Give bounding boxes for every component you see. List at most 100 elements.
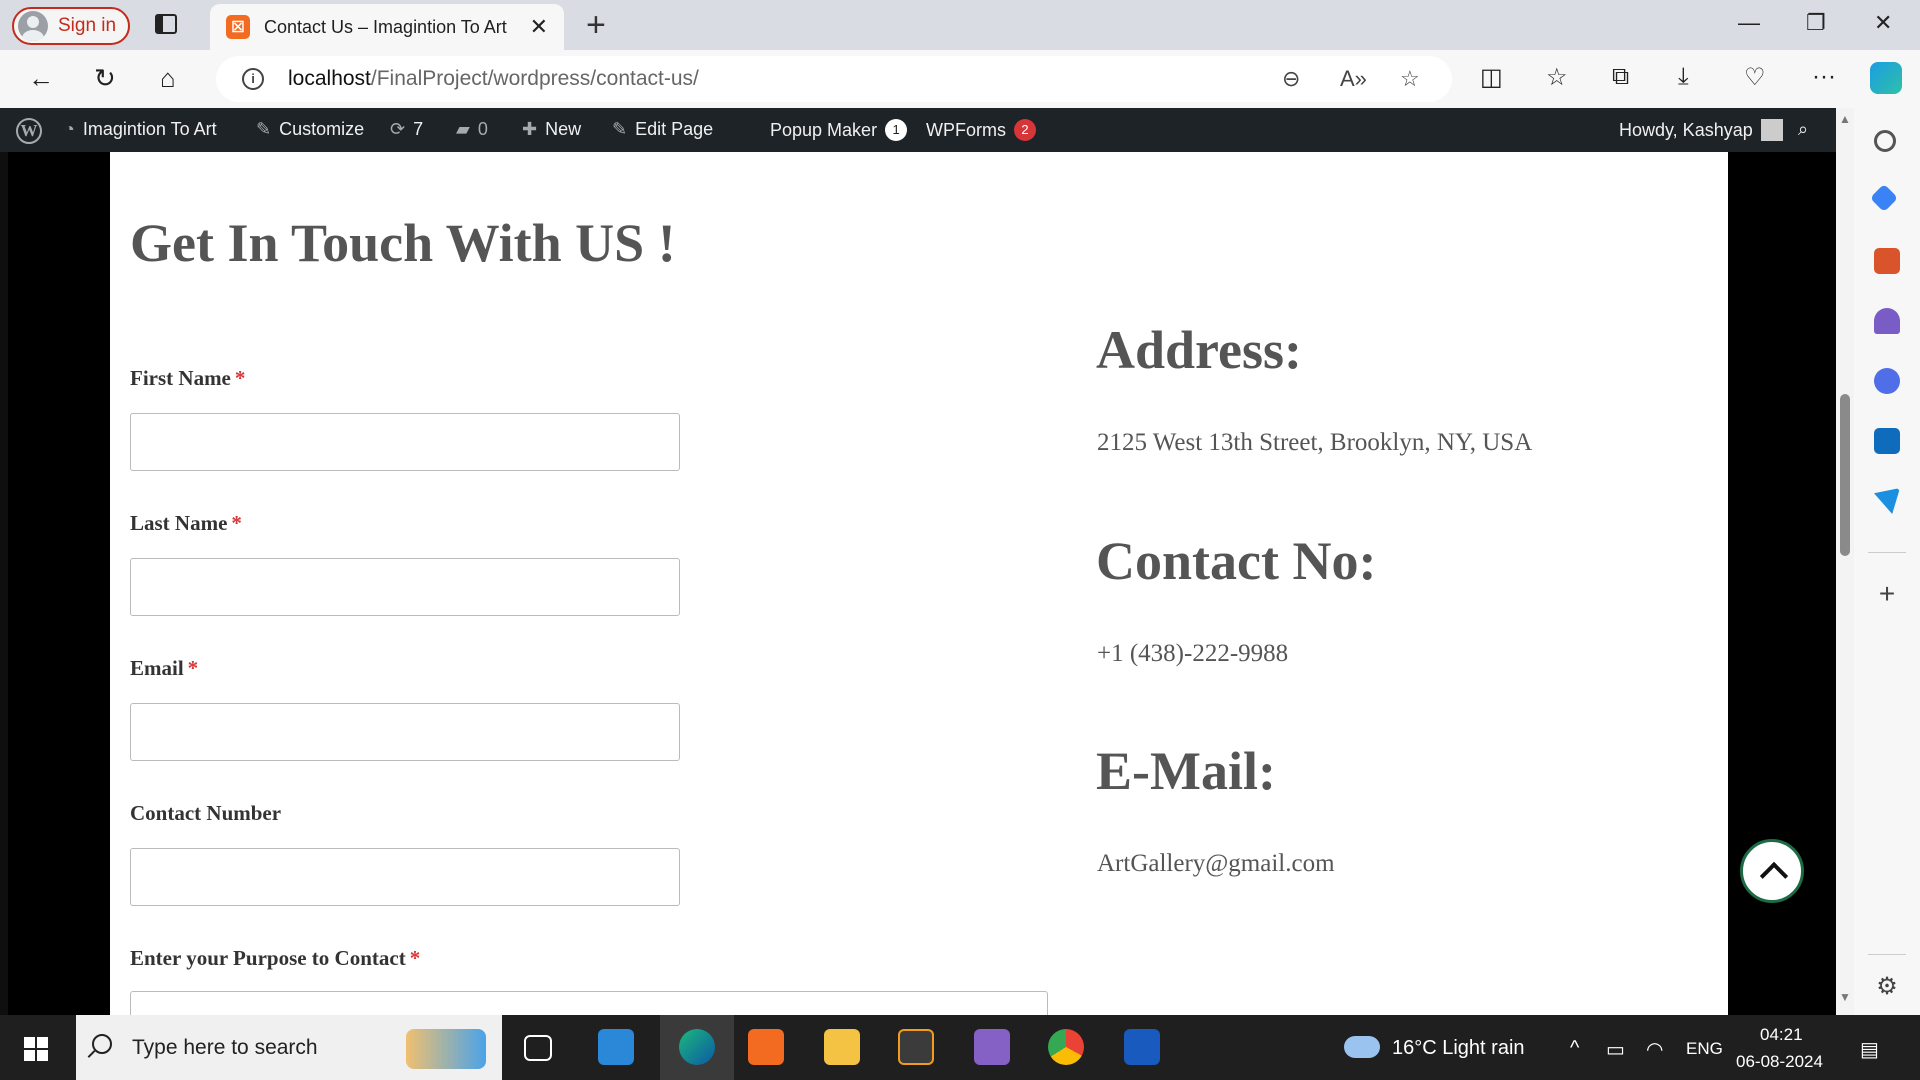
purpose-label: Enter your Purpose to Contact * (130, 946, 421, 970)
restore-icon[interactable]: ❐ (1806, 10, 1826, 36)
wpforms-link[interactable]: WPForms 2 (926, 119, 1036, 141)
last-name-input[interactable] (130, 558, 680, 616)
favorites-icon[interactable]: ☆ (1546, 63, 1568, 92)
notification-icon[interactable]: ▤ (1860, 1037, 1879, 1062)
first-name-label: First Name * (130, 366, 246, 390)
file-explorer-icon[interactable] (824, 1029, 860, 1065)
shopping-tag-icon[interactable] (1869, 183, 1899, 213)
add-sidebar-app-icon[interactable]: + (1874, 580, 1900, 608)
zoom-out-icon[interactable]: ⊖ (1282, 66, 1300, 92)
new-content-link[interactable]: ✚ New (522, 119, 581, 140)
customize-link[interactable]: ✎ Customize (256, 119, 364, 140)
address-bar[interactable]: i localhost/FinalProject/wordpress/conta… (216, 56, 1452, 102)
edge-taskbar-button[interactable] (660, 1015, 734, 1080)
page-viewport: Get In Touch With US ! First Name * Last … (8, 152, 1836, 1015)
read-aloud-icon[interactable]: A» (1340, 66, 1367, 92)
sublime-text-icon[interactable] (898, 1029, 934, 1065)
url-text[interactable]: localhost/FinalProject/wordpress/contact… (288, 67, 699, 91)
site-info-icon[interactable]: i (242, 68, 264, 90)
edit-page-link[interactable]: ✎ Edit Page (612, 119, 713, 140)
content-area: Get In Touch With US ! First Name * Last … (110, 152, 1728, 1015)
clock-time[interactable]: 04:21 (1760, 1025, 1803, 1045)
email-text: ArtGallery@gmail.com (1097, 850, 1335, 877)
brush-icon: ✎ (256, 119, 272, 139)
email-input[interactable] (130, 703, 680, 761)
popup-maker-label: Popup Maker (770, 119, 878, 140)
popup-maker-badge: 1 (885, 119, 908, 141)
downloads-icon[interactable]: ⤓ (1678, 63, 1689, 91)
task-view-icon[interactable] (524, 1035, 552, 1061)
weather-text[interactable]: 16°C Light rain (1392, 1037, 1525, 1060)
updates-link[interactable]: ⟳ 7 (390, 119, 423, 140)
battery-icon[interactable]: ▭ (1606, 1037, 1625, 1062)
dashboard-icon: ◔ (64, 119, 75, 139)
more-menu-icon[interactable]: ··· (1812, 63, 1836, 91)
clock-date[interactable]: 06-08-2024 (1736, 1052, 1823, 1072)
tab-actions-icon[interactable] (155, 14, 177, 34)
refresh-icon[interactable]: ↻ (94, 63, 116, 94)
microsoft365-icon[interactable] (1874, 368, 1900, 394)
popup-maker-link[interactable]: Popup Maker 1 (770, 119, 908, 141)
mail-app-icon[interactable] (598, 1029, 634, 1065)
comments-link[interactable]: ▰ 0 (456, 119, 488, 140)
language-indicator[interactable]: ENG (1686, 1039, 1723, 1059)
page-scrollbar[interactable]: ▲ ▼ (1836, 108, 1854, 1015)
wifi-icon[interactable]: ◠ (1646, 1037, 1663, 1062)
wpforms-badge: 2 (1014, 119, 1036, 141)
purpose-textarea[interactable] (130, 991, 1048, 1015)
active-tab[interactable]: ☒ Contact Us – Imagintion To Art ✕ (210, 4, 564, 50)
sidebar-search-icon[interactable] (1874, 130, 1896, 152)
search-icon (92, 1034, 112, 1054)
copilot-icon[interactable] (1870, 62, 1902, 94)
xampp-app-icon[interactable] (748, 1029, 784, 1065)
visual-studio-icon[interactable] (974, 1029, 1010, 1065)
show-hidden-icons-icon[interactable]: ^ (1570, 1037, 1579, 1060)
plus-icon: ✚ (522, 119, 538, 139)
home-icon[interactable]: ⌂ (160, 63, 176, 94)
collections-icon[interactable]: ⧉ (1612, 63, 1629, 91)
new-tab-icon[interactable]: + (586, 6, 606, 45)
back-icon[interactable]: ← (28, 63, 54, 94)
scrollbar-thumb[interactable] (1840, 394, 1850, 556)
site-name-label: Imagintion To Art (82, 119, 217, 139)
windows-taskbar: Type here to search 16°C Light rain ^ ▭ … (0, 1015, 1920, 1080)
sign-in-button[interactable]: Sign in (12, 7, 130, 45)
scroll-down-icon[interactable]: ▼ (1839, 990, 1851, 1004)
close-window-icon[interactable]: ✕ (1874, 10, 1892, 36)
last-name-label: Last Name * (130, 511, 242, 535)
split-screen-icon[interactable]: ◫ (1480, 63, 1503, 92)
email-label: Email * (130, 656, 199, 680)
contact-number-label: Contact Number (130, 801, 282, 825)
my-account-link[interactable]: Howdy, Kashyap (1619, 119, 1783, 141)
contact-heading: Contact No: (1096, 531, 1377, 591)
scroll-up-icon[interactable]: ▲ (1839, 112, 1851, 126)
browser-essentials-icon[interactable]: ♡ (1744, 63, 1766, 92)
search-highlight-icon (406, 1029, 486, 1069)
outlook-icon[interactable] (1874, 428, 1900, 454)
minimize-icon[interactable]: — (1738, 10, 1760, 36)
favorite-star-icon[interactable]: ☆ (1400, 66, 1420, 92)
sidebar-settings-icon[interactable]: ⚙ (1874, 974, 1900, 1000)
xampp-icon: ☒ (226, 15, 250, 39)
scroll-to-top-button[interactable] (1740, 839, 1804, 903)
close-tab-icon[interactable]: ✕ (530, 14, 548, 40)
tools-briefcase-icon[interactable] (1874, 248, 1900, 274)
email-heading: E-Mail: (1096, 741, 1276, 801)
site-name-link[interactable]: ◔ Imagintion To Art (64, 119, 217, 140)
windows-start-icon[interactable] (24, 1037, 48, 1061)
sign-in-label: Sign in (58, 15, 117, 36)
word-app-icon[interactable] (1124, 1029, 1160, 1065)
admin-search-icon[interactable]: ⌕ (1798, 119, 1808, 140)
weather-cloud-icon[interactable] (1344, 1036, 1380, 1058)
first-name-input[interactable] (130, 413, 680, 471)
browser-titlebar: Sign in ☒ Contact Us – Imagintion To Art… (0, 0, 1920, 50)
contact-number-input[interactable] (130, 848, 680, 906)
wpforms-label: WPForms (926, 119, 1006, 140)
taskbar-search-box[interactable]: Type here to search (76, 1015, 502, 1080)
games-icon[interactable] (1874, 308, 1900, 334)
comments-count: 0 (477, 119, 488, 139)
send-icon[interactable] (1874, 488, 1900, 514)
chrome-icon[interactable] (1048, 1029, 1084, 1065)
wordpress-logo-icon[interactable]: W (16, 118, 42, 144)
sidebar-divider (1868, 954, 1906, 955)
